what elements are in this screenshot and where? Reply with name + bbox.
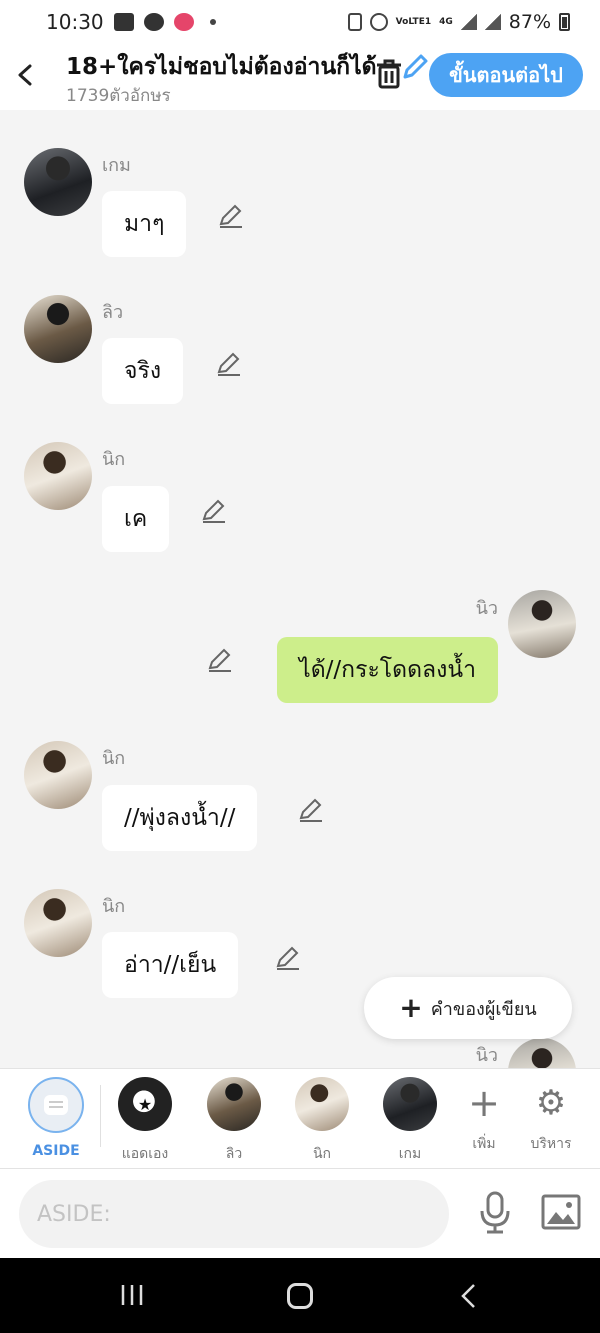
- manage-label: บริหาร: [530, 1136, 572, 1152]
- character-avatar: [207, 1077, 261, 1131]
- message-bubble[interactable]: เค: [102, 486, 170, 552]
- character-item[interactable]: เกม: [370, 1077, 450, 1165]
- avatar[interactable]: [508, 590, 576, 658]
- battery-saver-icon: [347, 13, 362, 31]
- sender-name: นิว: [475, 598, 498, 619]
- mic-icon[interactable]: [478, 1191, 512, 1235]
- volte-indicator: VoLTE1: [395, 16, 432, 27]
- tiktok-notification-icon: [173, 13, 194, 31]
- battery-icon: [559, 13, 570, 31]
- pencil-icon[interactable]: [400, 52, 430, 82]
- sender-name: ลิว: [102, 302, 124, 323]
- home-icon[interactable]: [287, 1283, 313, 1309]
- back-arrow-icon: [18, 64, 32, 86]
- sender-name: นิก: [102, 449, 126, 470]
- author-note-label: คำของผู้เขียน: [430, 998, 537, 1020]
- character-avatar: ★: [118, 1077, 172, 1131]
- aside-icon: [44, 1095, 68, 1115]
- signal-icon-2: [484, 14, 501, 30]
- avatar[interactable]: [24, 442, 92, 510]
- sender-name: นิก: [102, 748, 126, 769]
- author-note-button[interactable]: + คำของผู้เขียน: [364, 977, 572, 1039]
- character-item[interactable]: ลิว: [194, 1077, 274, 1165]
- story-title: 18+ใครไม่ชอบไม่ต้องอ่านก็ได้: [66, 54, 377, 80]
- recent-apps-icon[interactable]: [120, 1283, 144, 1307]
- back-button[interactable]: [14, 58, 38, 92]
- signal-icon: [460, 14, 477, 30]
- gear-icon: ⚙: [535, 1083, 567, 1123]
- system-nav-bar: [0, 1258, 600, 1333]
- aside-character[interactable]: ASIDE: [16, 1077, 96, 1159]
- edit-pencil-icon[interactable]: [274, 944, 302, 972]
- character-label: นิก: [312, 1146, 332, 1162]
- divider: [100, 1085, 101, 1147]
- message-bubble[interactable]: อ่าา//เย็น: [102, 932, 239, 998]
- next-step-button[interactable]: ขั้นตอนต่อไป: [429, 53, 583, 97]
- plus-icon: +: [399, 991, 423, 1024]
- status-time: 10:30: [46, 10, 104, 34]
- manage-button[interactable]: ⚙ บริหาร: [511, 1077, 591, 1155]
- character-avatar: [295, 1077, 349, 1131]
- avatar[interactable]: [24, 295, 92, 363]
- aside-input[interactable]: [19, 1180, 449, 1248]
- character-count: 1739ตัวอักษร: [66, 86, 171, 106]
- character-label: เกม: [398, 1146, 422, 1162]
- character-item[interactable]: ★ แอดเอง: [105, 1077, 185, 1165]
- sender-name: เกม: [102, 155, 131, 176]
- character-avatar: [383, 1077, 437, 1131]
- star-icon: ★: [137, 1094, 153, 1114]
- input-bar: [0, 1168, 600, 1258]
- aside-avatar: [28, 1077, 84, 1133]
- edit-pencil-icon[interactable]: [297, 796, 325, 824]
- alarm-icon: [369, 13, 388, 31]
- message-bubble[interactable]: จริง: [102, 338, 184, 404]
- network-indicator: 4G: [439, 16, 453, 27]
- chat-area[interactable]: เกม มาๆ ลิว จริง นิก เค นิว ได้//กระโดดล…: [0, 110, 600, 1068]
- character-label: แอดเอง: [121, 1146, 169, 1162]
- message-bubble[interactable]: มาๆ: [102, 191, 187, 257]
- message-bubble[interactable]: ได้//กระโดดลงน้ำ: [277, 637, 498, 703]
- gallery-notification-icon: [113, 13, 134, 31]
- character-selector: ASIDE ★ แอดเอง ลิว นิก เกม + เพิ่ม ⚙ บริ…: [0, 1068, 600, 1168]
- aside-label: ASIDE: [32, 1143, 80, 1159]
- edit-pencil-icon[interactable]: [217, 202, 245, 230]
- avatar[interactable]: [508, 1038, 576, 1068]
- avatar[interactable]: [24, 889, 92, 957]
- chat-notification-icon: [143, 13, 164, 31]
- sender-name: นิว: [475, 1045, 498, 1066]
- more-notifications-icon: [209, 19, 216, 25]
- edit-pencil-icon[interactable]: [200, 497, 228, 525]
- battery-percent: 87%: [508, 11, 551, 33]
- sender-name: นิก: [102, 896, 126, 917]
- header: 18+ใครไม่ชอบไม่ต้องอ่านก็ได้ 1739ตัวอักษ…: [0, 44, 600, 110]
- edit-pencil-icon[interactable]: [206, 646, 234, 674]
- avatar[interactable]: [24, 148, 92, 216]
- character-label: ลิว: [225, 1146, 243, 1162]
- nav-back-icon[interactable]: [458, 1282, 480, 1310]
- message-bubble[interactable]: //พุ่งลงน้ำ//: [102, 785, 258, 851]
- character-item[interactable]: นิก: [282, 1077, 362, 1165]
- avatar[interactable]: [24, 741, 92, 809]
- status-bar: 10:30 VoLTE1 4G 87%: [0, 0, 600, 44]
- image-icon[interactable]: [541, 1194, 581, 1230]
- edit-pencil-icon[interactable]: [215, 350, 243, 378]
